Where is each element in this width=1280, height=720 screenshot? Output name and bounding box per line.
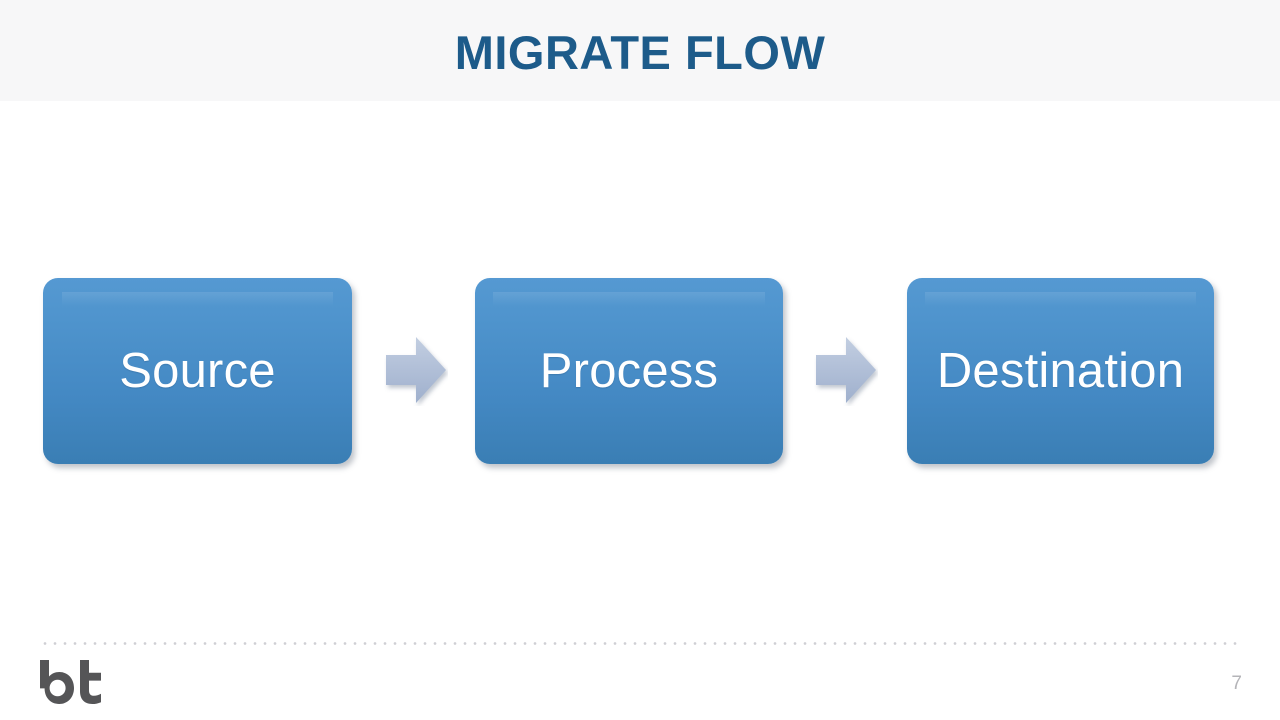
slide: MIGRATE FLOW Source Process Destination …: [0, 0, 1280, 720]
footer-divider: [40, 642, 1240, 645]
flow-step-label: Process: [539, 344, 719, 398]
process-flow-diagram: Source Process Destination: [0, 278, 1280, 464]
flow-step-source[interactable]: Source: [43, 278, 352, 464]
bt-logo: [36, 658, 106, 706]
arrow-right-icon: [384, 334, 448, 406]
page-title: MIGRATE FLOW: [454, 26, 826, 79]
flow-step-label: Source: [119, 344, 276, 398]
flow-step-destination[interactable]: Destination: [907, 278, 1214, 464]
flow-step-label: Destination: [936, 344, 1185, 398]
flow-step-process[interactable]: Process: [475, 278, 783, 464]
page-number: 7: [1231, 673, 1242, 694]
arrow-right-icon: [814, 334, 878, 406]
